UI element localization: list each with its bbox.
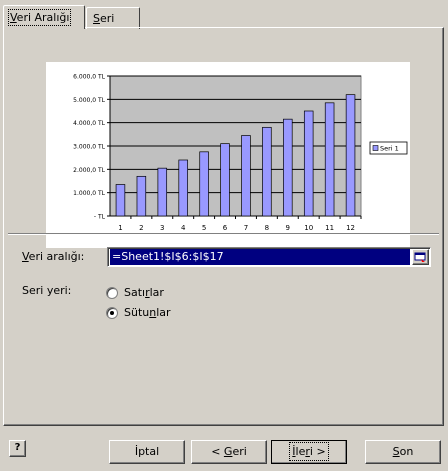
tab-panel: - TL 1.000,0 TL 2.000,0 TL 3.000,0 TL 4.000,…: [3, 27, 444, 426]
finish-button-label: Son: [392, 445, 414, 458]
chart-svg: - TL 1.000,0 TL 2.000,0 TL 3.000,0 TL 4.000,…: [73, 74, 408, 232]
series-dialog: { "tabs": [ {"label_pre": "", "label_u":…: [0, 0, 448, 471]
y-tick-label: 3.000,0 TL: [73, 144, 105, 151]
bar: [220, 143, 230, 217]
rows-radio[interactable]: [106, 287, 118, 299]
x-tick-label: 4: [181, 224, 186, 232]
data-range-value[interactable]: =Sheet1!$I$6:$I$17: [110, 249, 410, 265]
columns-radio-label[interactable]: Sütunlar: [124, 306, 171, 319]
bar: [199, 151, 209, 217]
next-button-label: İleri >: [289, 442, 329, 461]
x-tick-label: 7: [244, 224, 248, 232]
x-tick-label: 3: [160, 224, 164, 232]
chart-preview: - TL 1.000,0 TL 2.000,0 TL 3.000,0 TL 4.000,…: [46, 62, 410, 248]
finish-button[interactable]: Son: [365, 440, 441, 464]
x-tick-label: 5: [202, 224, 206, 232]
bar: [157, 167, 168, 217]
y-tick-label: 6.000,0 TL: [73, 74, 105, 81]
data-range-label: Veri aralığı:: [22, 250, 85, 263]
bar: [324, 102, 335, 217]
cancel-button[interactable]: İptal: [109, 440, 185, 464]
x-tick-label: 2: [139, 224, 143, 232]
bar: [303, 110, 314, 217]
back-button[interactable]: < Geri: [191, 440, 267, 464]
tab-data-range-label: Veri Aralığı: [7, 9, 72, 26]
y-tick-label: 2.000,0 TL: [73, 167, 105, 174]
bar: [262, 126, 272, 217]
x-tick-label: 6: [223, 224, 228, 232]
help-button[interactable]: ?: [9, 440, 26, 457]
collapse-dialog-button[interactable]: [412, 249, 429, 265]
x-tick-label: 11: [325, 224, 334, 232]
tab-series-label: Seri: [93, 12, 115, 25]
back-button-label: < Geri: [211, 445, 247, 458]
next-button[interactable]: İleri >: [271, 440, 347, 464]
rows-radio-label[interactable]: Satırlar: [124, 286, 164, 299]
x-tick-label: 1: [118, 224, 122, 232]
separator: [8, 233, 439, 235]
x-tick-label: 10: [304, 224, 313, 232]
bar: [241, 135, 251, 217]
data-range-input[interactable]: =Sheet1!$I$6:$I$17: [107, 247, 431, 267]
x-tick-label: 9: [286, 224, 290, 232]
y-tick-label: - TL: [94, 214, 106, 221]
bar: [178, 159, 188, 217]
series-in-label: Seri yeri:: [22, 284, 72, 297]
bar: [283, 118, 293, 217]
y-tick-label: 4.000,0 TL: [73, 120, 105, 127]
legend-label: Seri 1: [380, 145, 399, 153]
bar: [115, 184, 126, 217]
collapse-dialog-icon: [414, 252, 426, 262]
x-tick-label: 8: [265, 224, 269, 232]
tab-data-range[interactable]: Veri Aralığı: [3, 5, 85, 29]
bar: [345, 94, 356, 217]
help-icon: ?: [14, 442, 21, 453]
tab-series[interactable]: Seri: [86, 7, 140, 29]
y-tick-label: 5.000,0 TL: [73, 97, 105, 104]
columns-radio[interactable]: [106, 307, 118, 319]
legend-swatch: [372, 145, 379, 151]
bar: [136, 175, 147, 217]
y-tick-label: 1.000,0 TL: [73, 190, 105, 197]
x-tick-label: 12: [346, 224, 355, 232]
cancel-button-label: İptal: [134, 445, 160, 458]
